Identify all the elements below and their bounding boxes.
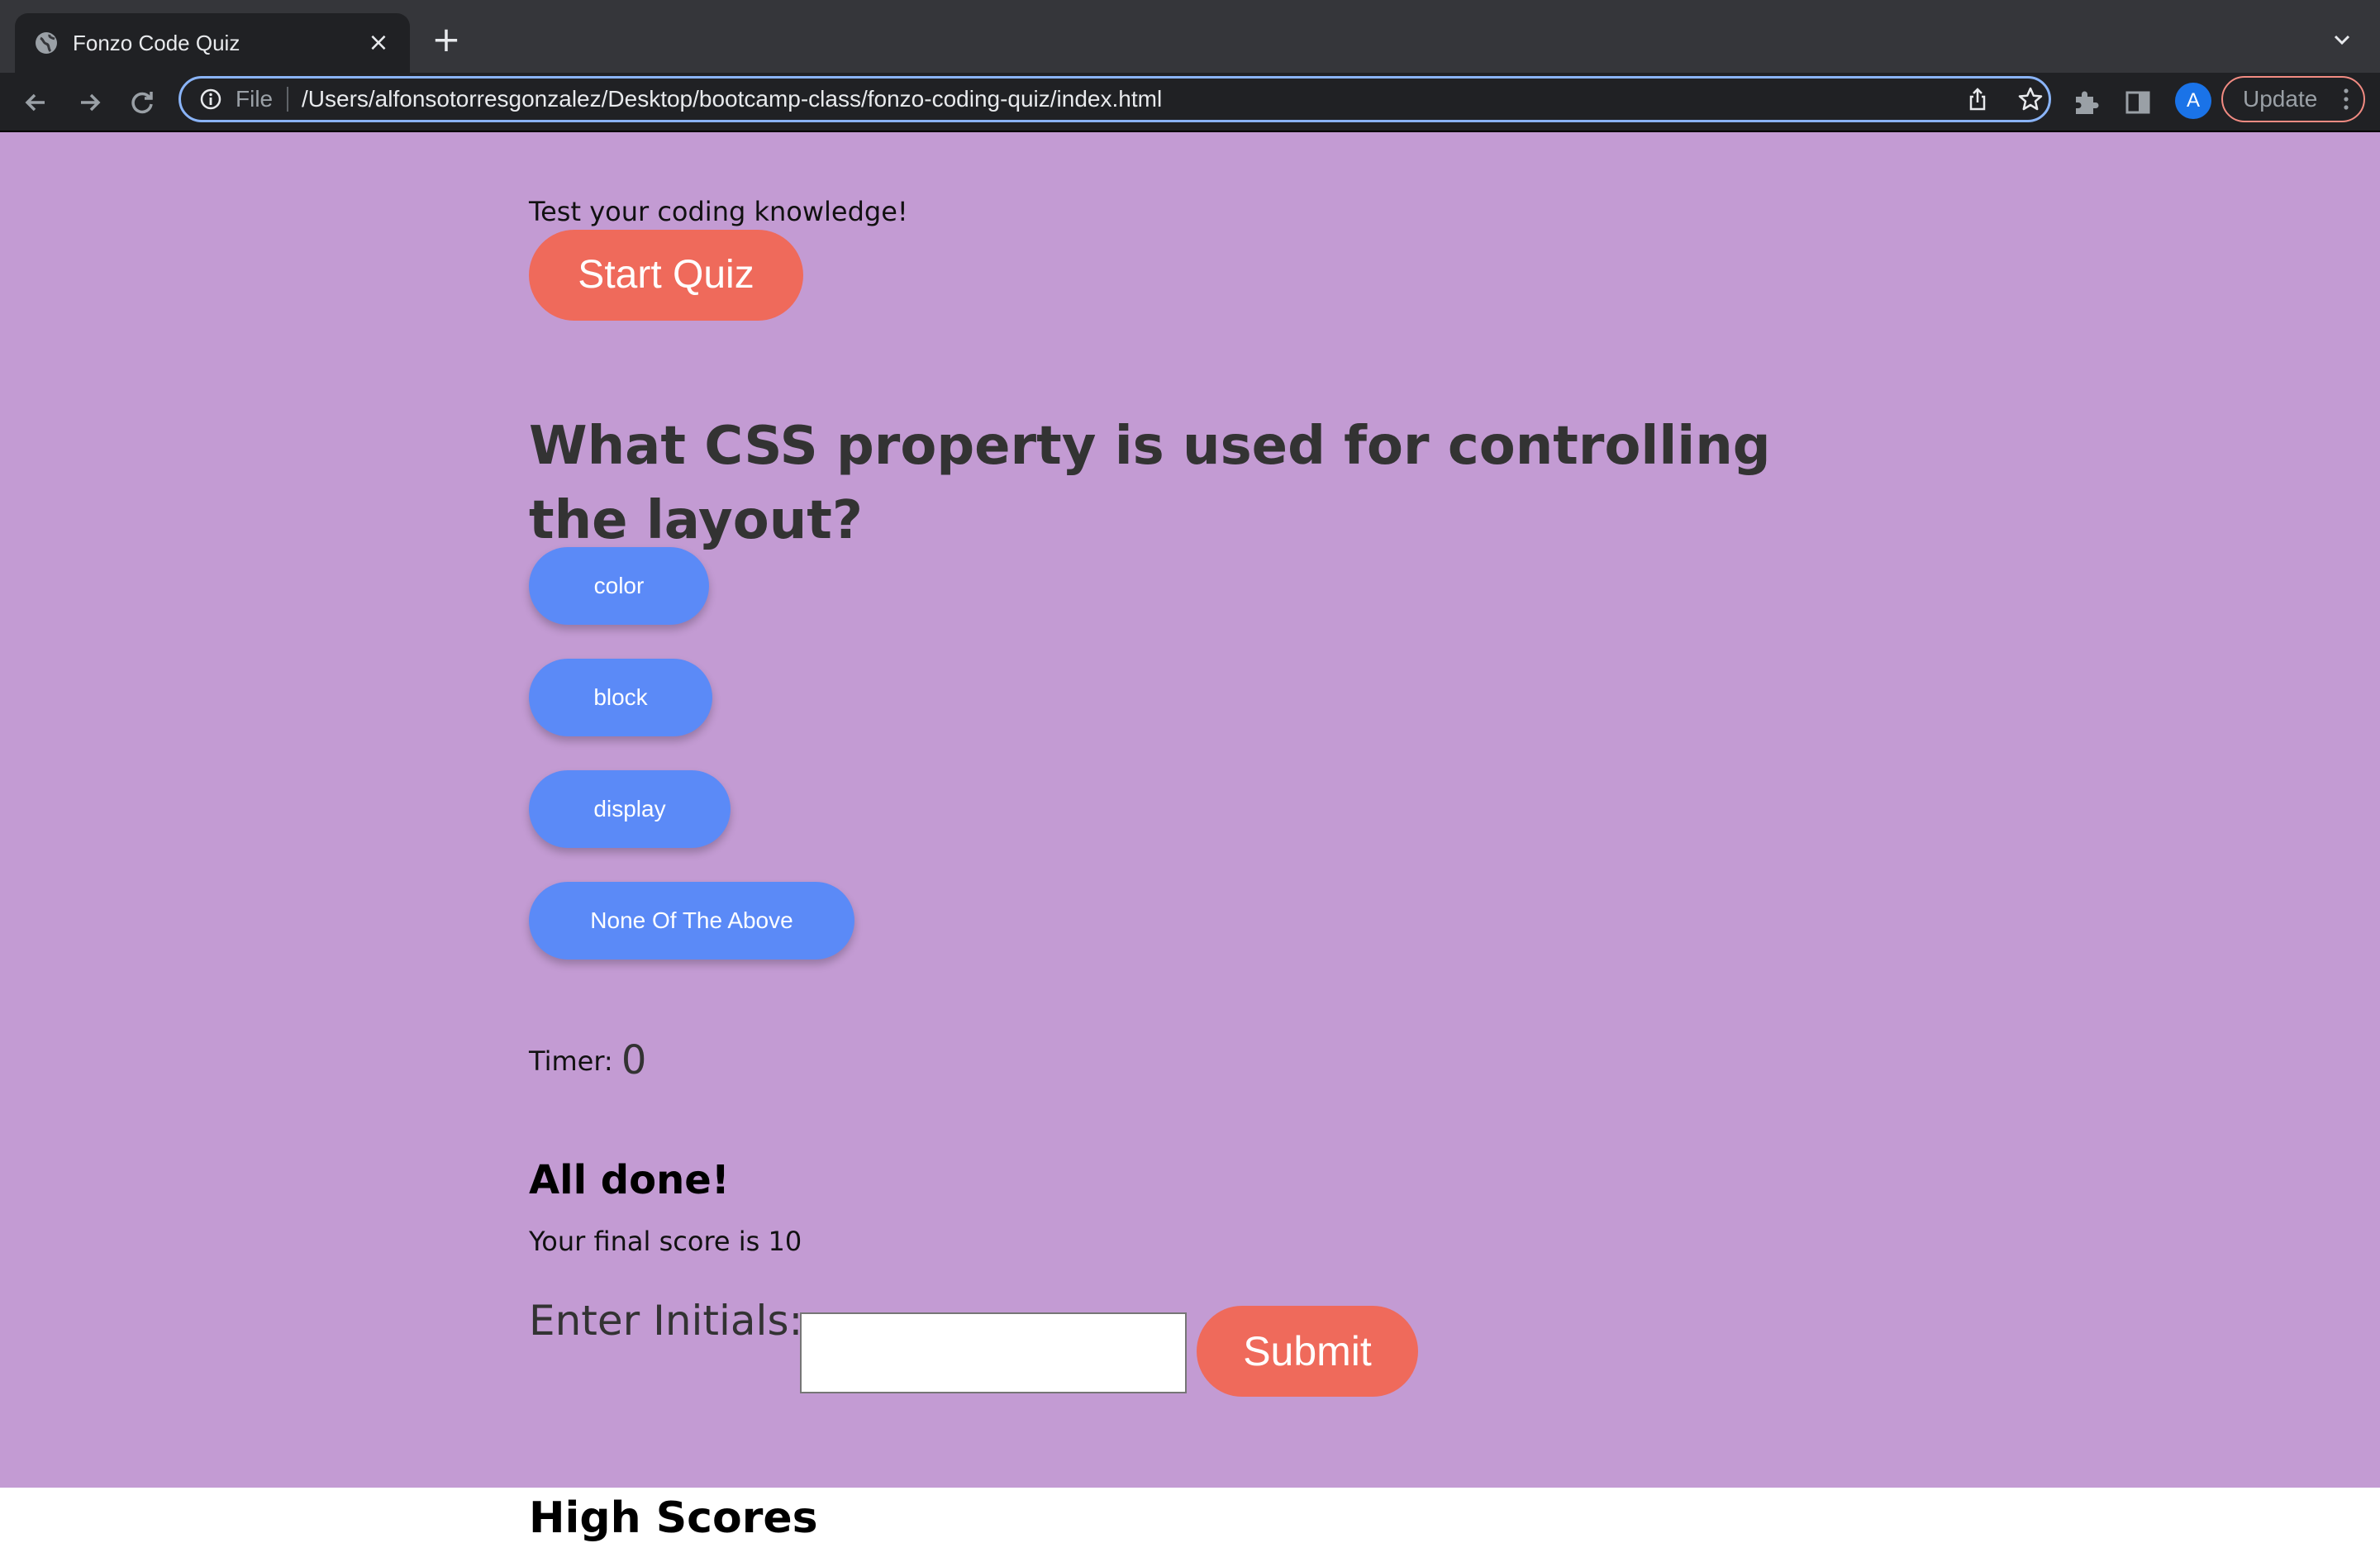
timer-value: 0 <box>621 1037 647 1083</box>
close-icon[interactable]: × <box>362 26 395 60</box>
update-label: Update <box>2243 86 2318 112</box>
initials-label: Enter Initials: <box>529 1297 803 1345</box>
initials-input[interactable] <box>800 1312 1187 1393</box>
share-icon[interactable] <box>1964 86 1991 112</box>
puzzle-icon[interactable] <box>2069 87 2101 118</box>
chevron-down-icon[interactable] <box>2329 26 2355 53</box>
highscores-heading: High Scores <box>529 1493 818 1543</box>
profile-avatar[interactable]: A <box>2175 83 2211 119</box>
choice-button[interactable]: None Of The Above <box>529 882 854 960</box>
reload-icon[interactable] <box>124 84 160 121</box>
tab-title: Fonzo Code Quiz <box>73 31 240 55</box>
globe-icon <box>36 32 57 54</box>
choice-button[interactable]: display <box>529 770 731 848</box>
address-scheme: File <box>236 86 274 112</box>
choice-button[interactable]: block <box>529 659 712 736</box>
star-icon[interactable] <box>2017 86 2044 112</box>
submit-button[interactable]: Submit <box>1197 1306 1418 1397</box>
timer-label: Timer: <box>529 1045 613 1077</box>
done-heading: All done! <box>529 1157 730 1203</box>
address-url[interactable]: /Users/alfonsotorresgonzalez/Desktop/boo… <box>302 83 1162 116</box>
plus-icon[interactable]: + <box>430 22 463 57</box>
question-text: What CSS property is used for controllin… <box>529 416 1771 552</box>
tagline: Test your coding knowledge! <box>529 196 908 227</box>
info-icon[interactable] <box>199 88 222 111</box>
choice-button[interactable]: color <box>529 547 709 625</box>
update-button[interactable]: Update <box>2221 76 2365 122</box>
start-quiz-button[interactable]: Start Quiz <box>529 230 803 321</box>
forward-arrow-icon[interactable] <box>71 84 107 121</box>
timer: Timer: 0 <box>529 1040 646 1082</box>
address-bar[interactable]: File /Users/alfonsotorresgonzalez/Deskto… <box>178 76 2051 122</box>
browser-tab[interactable]: Fonzo Code Quiz × <box>15 13 410 73</box>
tab-strip: Fonzo Code Quiz × + <box>0 0 2380 73</box>
browser-toolbar: File /Users/alfonsotorresgonzalez/Deskto… <box>0 73 2380 132</box>
page-viewport: Test your coding knowledge! Start Quiz W… <box>0 132 2380 1543</box>
address-divider <box>287 87 288 112</box>
final-score: Your final score is 10 <box>529 1226 802 1257</box>
side-panel-icon[interactable] <box>2122 87 2154 118</box>
back-arrow-icon[interactable] <box>18 84 55 121</box>
kebab-icon[interactable] <box>2342 88 2350 111</box>
